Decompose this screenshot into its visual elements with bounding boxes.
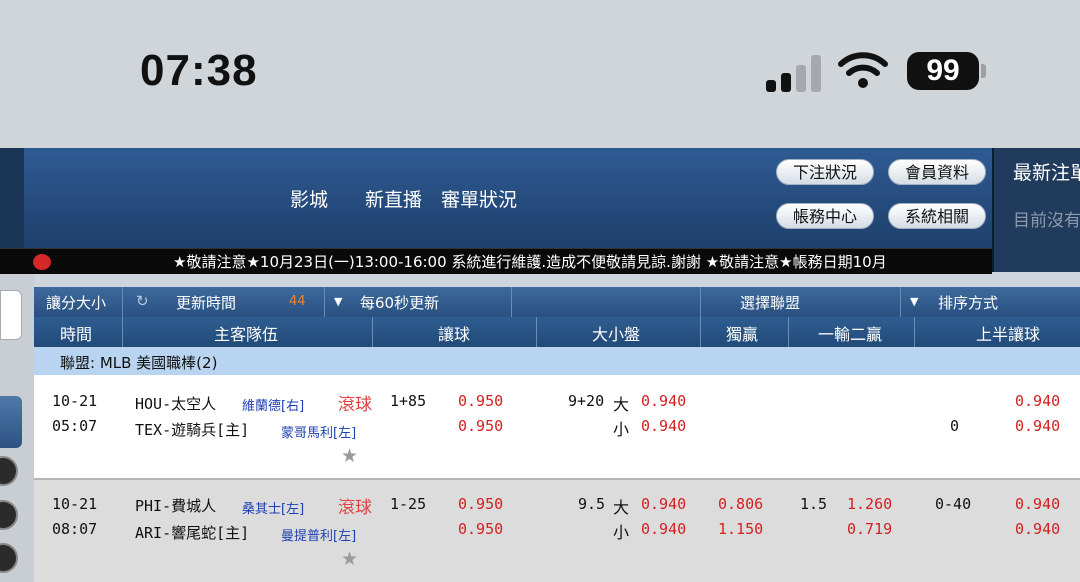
toolbar-divider bbox=[324, 287, 325, 317]
col-moneyline: 獨贏 bbox=[726, 325, 759, 344]
toolbar-divider bbox=[122, 287, 123, 317]
match-time: 05:07 bbox=[52, 417, 98, 435]
moneyline-odds-away[interactable]: 0.806 bbox=[718, 495, 763, 513]
system-settings-button[interactable]: 系統相關 bbox=[888, 203, 986, 229]
rail-active-tab[interactable] bbox=[0, 396, 22, 448]
league-name: 聯盟: MLB 美國職棒(2) bbox=[60, 354, 218, 372]
moneyline-odds-home[interactable]: 1.150 bbox=[718, 520, 763, 538]
home-pitcher: 曼提普利[左] bbox=[281, 529, 357, 544]
ou-line: 9+20 bbox=[568, 392, 605, 410]
live-badge: 滾球 bbox=[338, 395, 372, 415]
olw-line: 1.5 bbox=[800, 495, 828, 513]
first-half-odds-away[interactable]: 0.940 bbox=[1015, 392, 1060, 410]
col-one-lose-two-win: 一輸二贏 bbox=[818, 325, 883, 344]
nav-item-cinema[interactable]: 影城 bbox=[290, 185, 328, 212]
header-divider bbox=[536, 317, 537, 347]
handicap-odds-away[interactable]: 0.950 bbox=[458, 495, 503, 513]
header-left-edge bbox=[0, 148, 24, 248]
signal-icon bbox=[766, 54, 824, 92]
latest-bets-title: 最新注單 bbox=[1013, 162, 1080, 184]
home-team: ARI-響尾蛇[主] bbox=[135, 524, 250, 542]
first-half-odds-home[interactable]: 0.940 bbox=[1015, 520, 1060, 538]
nav-item-review-status[interactable]: 審單狀況 bbox=[441, 185, 517, 212]
home-team: TEX-遊騎兵[主] bbox=[135, 421, 250, 439]
chevron-down-icon[interactable]: ▼ bbox=[334, 295, 342, 308]
toolbar-divider bbox=[900, 287, 901, 317]
member-info-button[interactable]: 會員資料 bbox=[888, 159, 986, 185]
col-teams: 主客隊伍 bbox=[214, 325, 279, 344]
header-divider bbox=[122, 317, 123, 347]
match-date: 10-21 bbox=[52, 495, 98, 513]
bet-status-button[interactable]: 下注狀況 bbox=[776, 159, 874, 185]
status-time: 07:38 bbox=[140, 46, 258, 95]
favorite-star-icon[interactable]: ★ bbox=[341, 445, 358, 467]
ou-over-label: 大 bbox=[613, 395, 630, 414]
refresh-time-label[interactable]: 更新時間 bbox=[176, 292, 236, 313]
rail-tab[interactable] bbox=[0, 290, 22, 340]
refresh-interval-select[interactable]: 每60秒更新 bbox=[360, 292, 439, 313]
col-first-half-handicap: 上半讓球 bbox=[976, 325, 1041, 344]
match-date: 10-21 bbox=[52, 392, 98, 410]
away-team: PHI-費城人 bbox=[135, 497, 217, 515]
nav-item-live-stream[interactable]: 新直播 bbox=[365, 185, 422, 212]
col-handicap: 讓球 bbox=[438, 325, 471, 344]
olw-odds-home[interactable]: 0.719 bbox=[847, 520, 892, 538]
ou-odds-under[interactable]: 0.940 bbox=[641, 417, 686, 435]
header-divider bbox=[700, 317, 701, 347]
announcement-icon bbox=[33, 254, 51, 270]
header-divider bbox=[788, 317, 789, 347]
toolbar-divider bbox=[511, 287, 512, 317]
ou-odds-under[interactable]: 0.940 bbox=[641, 520, 686, 538]
refresh-icon[interactable]: ↻ bbox=[136, 292, 149, 310]
battery-tip bbox=[981, 64, 986, 78]
announcement-text: ★敬請注意★10月23日(一)13:00-16:00 系統進行維護.造成不便敬請… bbox=[173, 253, 887, 271]
first-half-odds-home[interactable]: 0.940 bbox=[1015, 417, 1060, 435]
away-pitcher: 桑其士[左] bbox=[242, 502, 305, 517]
handicap-odds-away[interactable]: 0.950 bbox=[458, 392, 503, 410]
favorite-star-icon[interactable]: ★ bbox=[341, 548, 358, 570]
handicap-odds-home[interactable]: 0.950 bbox=[458, 520, 503, 538]
odds-toolbar: 讓分大小 ↻ 更新時間 44 ▼ 每60秒更新 選擇聯盟 ▼ 排序方式 bbox=[34, 287, 1080, 317]
select-league-button[interactable]: 選擇聯盟 bbox=[740, 292, 800, 313]
away-pitcher: 維蘭德[右] bbox=[242, 399, 305, 414]
league-header[interactable]: 聯盟: MLB 美國職棒(2) bbox=[34, 347, 1080, 375]
battery-indicator: 99 bbox=[907, 52, 979, 90]
toolbar-divider bbox=[700, 287, 701, 317]
ou-under-label: 小 bbox=[613, 420, 630, 439]
latest-bets-empty: 目前沒有 bbox=[1013, 211, 1080, 231]
col-time: 時間 bbox=[60, 325, 93, 344]
ou-odds-over[interactable]: 0.940 bbox=[641, 495, 686, 513]
live-badge: 滾球 bbox=[338, 498, 372, 518]
first-half-odds-away[interactable]: 0.940 bbox=[1015, 495, 1060, 513]
app-root: 07:38 99 影城 新直播 審單狀況 下注狀況 會員資料 帳務中心 系統相關… bbox=[0, 0, 1080, 582]
first-half-line: 0 bbox=[950, 417, 960, 435]
away-team: HOU-太空人 bbox=[135, 395, 217, 413]
ou-over-label: 大 bbox=[613, 498, 630, 517]
chevron-down-icon[interactable]: ▼ bbox=[910, 295, 918, 308]
handicap-odds-home[interactable]: 0.950 bbox=[458, 417, 503, 435]
handicap-size-toggle[interactable]: 讓分大小 bbox=[46, 292, 106, 313]
olw-odds-away[interactable]: 1.260 bbox=[847, 495, 892, 513]
handicap-line: 1+85 bbox=[390, 392, 427, 410]
ou-odds-over[interactable]: 0.940 bbox=[641, 392, 686, 410]
table-header: 時間 主客隊伍 讓球 大小盤 獨贏 一輸二贏 上半讓球 bbox=[34, 317, 1080, 347]
refresh-countdown: 44 bbox=[289, 294, 306, 309]
ou-line: 9.5 bbox=[578, 495, 606, 513]
sort-mode-select[interactable]: 排序方式 bbox=[938, 292, 998, 313]
account-center-button[interactable]: 帳務中心 bbox=[776, 203, 874, 229]
ou-under-label: 小 bbox=[613, 523, 630, 542]
handicap-line: 1-25 bbox=[390, 495, 427, 513]
wifi-icon bbox=[838, 52, 888, 88]
col-over-under: 大小盤 bbox=[592, 325, 641, 344]
header-divider bbox=[372, 317, 373, 347]
match-time: 08:07 bbox=[52, 520, 98, 538]
header-divider bbox=[914, 317, 915, 347]
first-half-line: 0-40 bbox=[935, 495, 972, 513]
home-pitcher: 蒙哥馬利[左] bbox=[281, 426, 357, 441]
